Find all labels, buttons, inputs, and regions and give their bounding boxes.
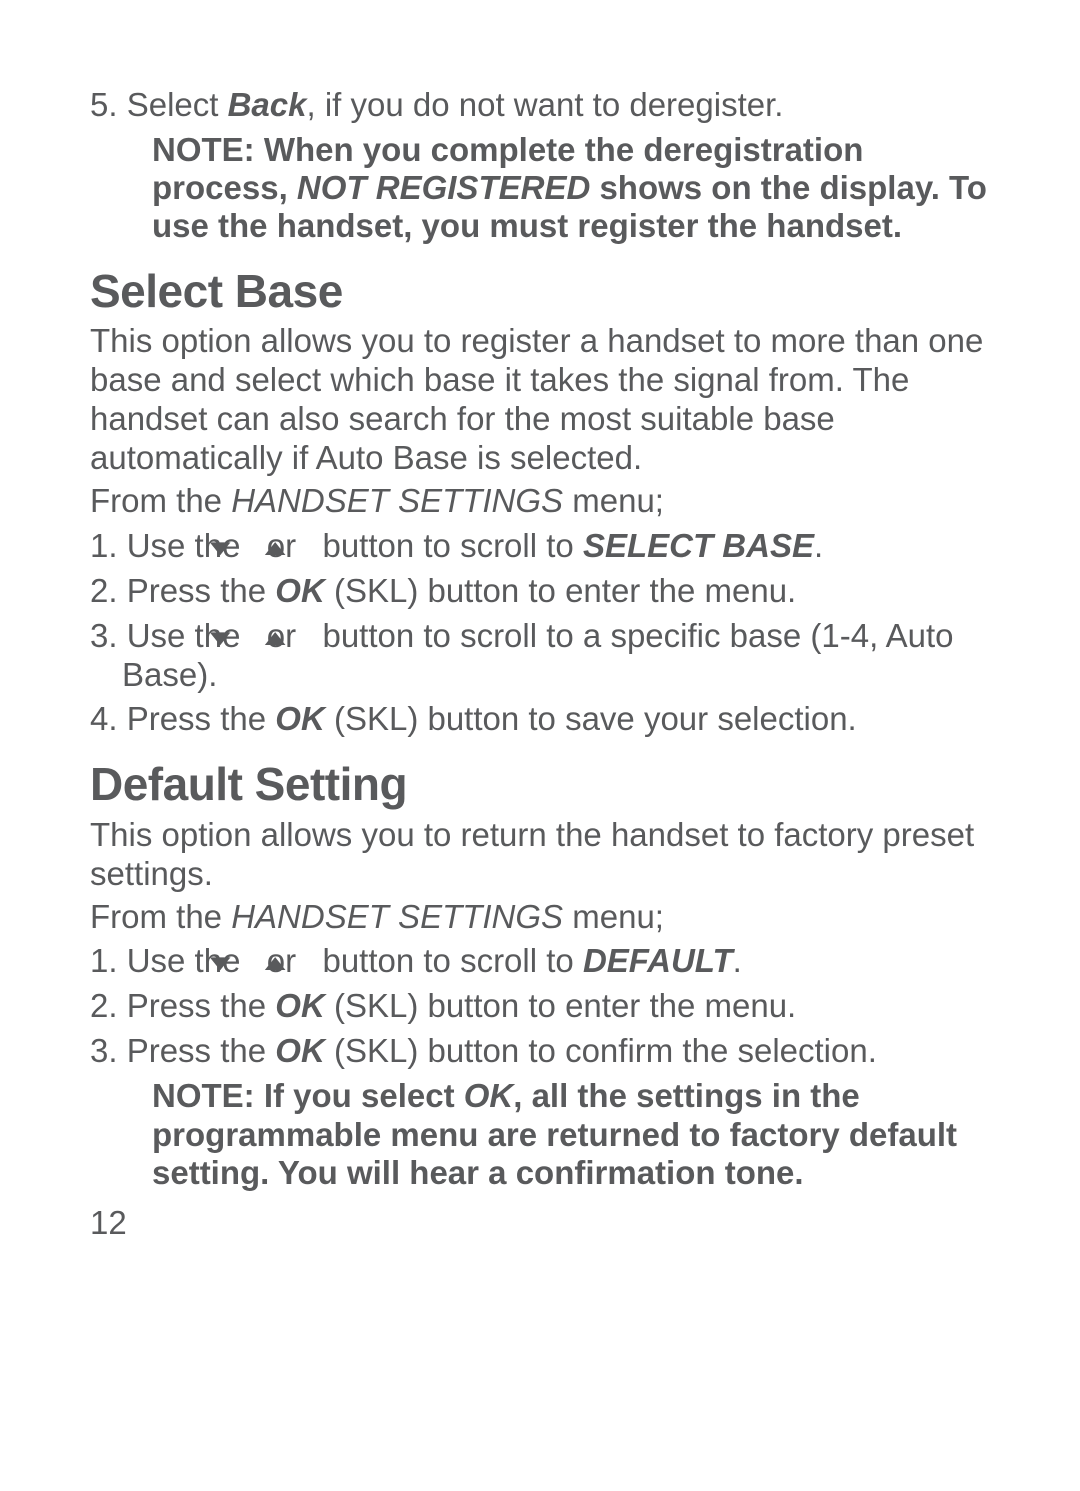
- select-base-step-2: 2. Press the OK (SKL) button to enter th…: [90, 572, 990, 611]
- step-number: 1.: [90, 527, 118, 564]
- text: menu;: [563, 482, 664, 519]
- heading-select-base: Select Base: [90, 264, 990, 318]
- text: Press the: [127, 700, 276, 737]
- text: , if you do not want to deregister.: [306, 86, 783, 123]
- step-number: 3.: [90, 1032, 118, 1069]
- ok-keyword: OK: [275, 700, 325, 737]
- text: (SKL) button to save your selection.: [325, 700, 857, 737]
- step-number: 1.: [90, 942, 118, 979]
- ok-keyword: OK: [275, 987, 325, 1024]
- step-number: 3.: [90, 617, 118, 654]
- note-default-setting: NOTE: If you select OK, all the settings…: [152, 1077, 990, 1192]
- up-arrow-icon: ▲: [303, 625, 316, 651]
- text: (SKL) button to enter the menu.: [325, 572, 796, 609]
- note-deregistration: NOTE: When you complete the deregistrati…: [152, 131, 990, 246]
- page-number: 12: [90, 1204, 990, 1243]
- back-keyword: Back: [228, 86, 307, 123]
- step-number: 2.: [90, 572, 118, 609]
- select-base-step-3: 3. Use the ▼ or ▲ button to scroll to a …: [90, 617, 990, 695]
- ok-keyword: OK: [275, 572, 325, 609]
- default-keyword: DEFAULT: [583, 942, 733, 979]
- ok-keyword: OK: [275, 1032, 325, 1069]
- select-base-description: This option allows you to register a han…: [90, 322, 990, 478]
- step-number: 2.: [90, 987, 118, 1024]
- not-registered-keyword: NOT REGISTERED: [297, 169, 590, 206]
- menu-name: HANDSET SETTINGS: [231, 898, 563, 935]
- text: (SKL) button to confirm the selection.: [325, 1032, 877, 1069]
- text: menu;: [563, 898, 664, 935]
- default-setting-description: This option allows you to return the han…: [90, 816, 990, 894]
- default-setting-from-menu: From the HANDSET SETTINGS menu;: [90, 898, 990, 937]
- select-base-keyword: SELECT BASE: [583, 527, 814, 564]
- text: .: [814, 527, 823, 564]
- text: From the: [90, 898, 231, 935]
- text: Press the: [127, 987, 276, 1024]
- menu-name: HANDSET SETTINGS: [231, 482, 563, 519]
- text: .: [733, 942, 742, 979]
- text: Press the: [127, 572, 276, 609]
- up-arrow-icon: ▲: [303, 535, 316, 561]
- text: Press the: [127, 1032, 276, 1069]
- text: From the: [90, 482, 231, 519]
- text: (SKL) button to enter the menu.: [325, 987, 796, 1024]
- text: Select: [127, 86, 228, 123]
- default-step-2: 2. Press the OK (SKL) button to enter th…: [90, 987, 990, 1026]
- select-base-step-1: 1. Use the ▼ or ▲ button to scroll to SE…: [90, 527, 990, 566]
- step-number: 4.: [90, 700, 118, 737]
- default-step-1: 1. Use the ▼ or ▲ button to scroll to DE…: [90, 942, 990, 981]
- select-base-step-4: 4. Press the OK (SKL) button to save you…: [90, 700, 990, 739]
- heading-default-setting: Default Setting: [90, 757, 990, 811]
- default-step-3: 3. Press the OK (SKL) button to confirm …: [90, 1032, 990, 1071]
- text: button to scroll to: [313, 942, 583, 979]
- select-base-from-menu: From the HANDSET SETTINGS menu;: [90, 482, 990, 521]
- text: NOTE: If you select: [152, 1077, 464, 1114]
- step-5: 5. Select Back, if you do not want to de…: [90, 86, 990, 125]
- text: button to scroll to: [313, 527, 583, 564]
- step-number: 5.: [90, 86, 118, 123]
- up-arrow-icon: ▲: [303, 950, 316, 976]
- ok-keyword: OK: [464, 1077, 514, 1114]
